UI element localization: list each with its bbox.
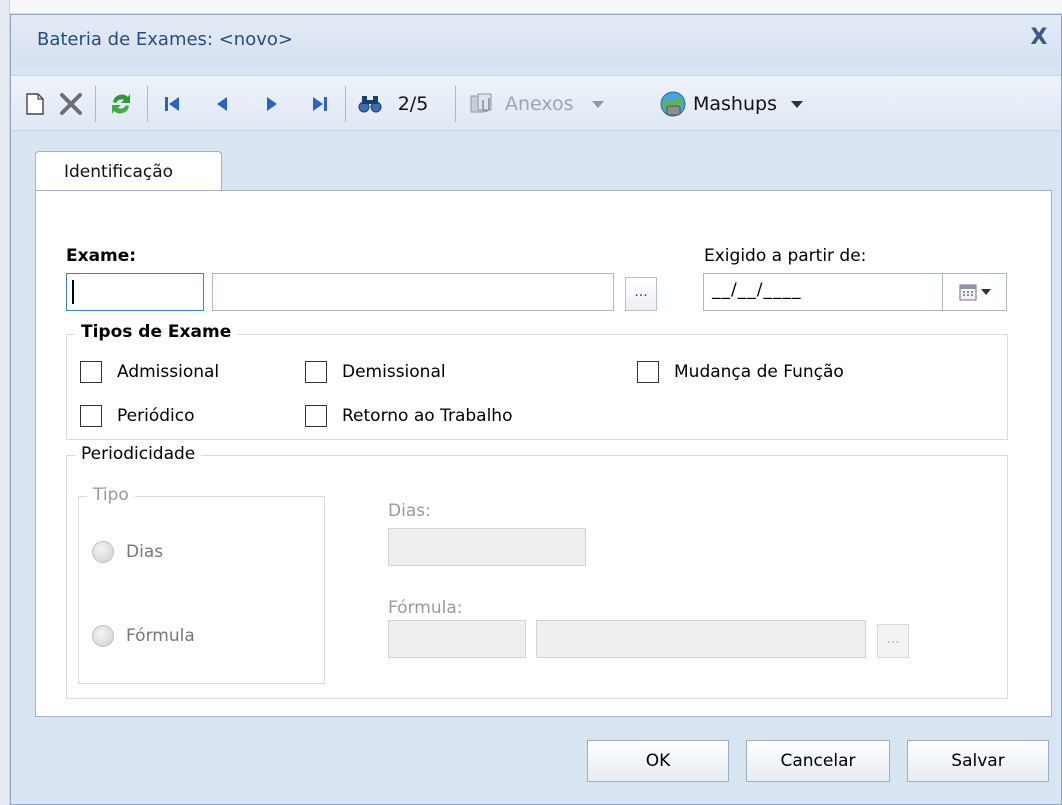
tab-strip: Identificação: [11, 147, 1061, 191]
save-button[interactable]: Salvar: [907, 740, 1049, 782]
checkbox-demissional[interactable]: Demissional: [305, 361, 446, 383]
checkbox-label: Periódico: [117, 406, 195, 426]
toolbar: 2/5 Anexos Mashups: [11, 75, 1061, 131]
refresh-icon[interactable]: [103, 88, 139, 120]
exame-label: Exame:: [66, 246, 137, 266]
background-window-edge: [0, 0, 1062, 14]
mashups-label: Mashups: [693, 93, 777, 115]
close-icon[interactable]: X: [1027, 25, 1051, 51]
exame-lookup-button[interactable]: ...: [625, 277, 657, 311]
dialog-window: Bateria de Exames: <novo> X 2/5 Anexos M…: [10, 14, 1062, 805]
checkbox-admissional[interactable]: Admissional: [80, 361, 219, 383]
radio-circle: [92, 625, 114, 647]
tipos-de-exame-group: Tipos de Exame: [66, 322, 1008, 440]
first-record-icon[interactable]: [157, 88, 187, 120]
calendar-dropdown-button[interactable]: [942, 274, 1006, 310]
exigido-date-input[interactable]: __/__/____: [703, 273, 1007, 311]
last-record-icon[interactable]: [305, 88, 335, 120]
calendar-icon: [959, 284, 976, 301]
checkbox-retorno-ao-trabalho[interactable]: Retorno ao Trabalho: [305, 405, 512, 427]
mashups-menu-button[interactable]: Mashups: [659, 88, 855, 120]
checkbox-label: Mudança de Função: [674, 362, 844, 382]
background-left-strip: [0, 0, 10, 805]
tipos-de-exame-legend: Tipos de Exame: [75, 322, 238, 342]
attachments-menu-button[interactable]: Anexos: [469, 88, 645, 120]
checkbox-periodico[interactable]: Periódico: [80, 405, 194, 427]
toolbar-separator: [147, 86, 148, 122]
title-bar: Bateria de Exames: <novo> X: [11, 15, 1061, 67]
chevron-down-icon: [591, 100, 604, 108]
formula-code-input[interactable]: [388, 620, 526, 658]
paperclip-icon: [469, 93, 497, 115]
radio-label: Dias: [126, 542, 164, 562]
cancel-button[interactable]: Cancelar: [746, 740, 890, 782]
identificacao-panel: Exame: ... Exigido a partir de: __/__/__…: [35, 190, 1052, 717]
toolbar-separator: [95, 86, 96, 122]
formula-label: Fórmula:: [388, 598, 463, 618]
previous-record-icon[interactable]: [207, 88, 237, 120]
toolbar-separator: [455, 86, 456, 122]
formula-lookup-button[interactable]: ...: [877, 624, 909, 658]
checkbox-label: Demissional: [342, 362, 446, 382]
dias-label: Dias:: [388, 501, 431, 521]
radio-label: Fórmula: [126, 626, 195, 646]
globe-icon: [659, 90, 687, 118]
radio-formula[interactable]: Fórmula: [92, 625, 195, 647]
checkbox-box: [80, 361, 102, 383]
record-position: 2/5: [397, 93, 429, 115]
radio-dias[interactable]: Dias: [92, 541, 163, 563]
dias-input[interactable]: [388, 528, 586, 566]
date-mask: __/__/____: [712, 280, 802, 300]
tipo-legend: Tipo: [87, 485, 135, 505]
toolbar-separator: [345, 86, 346, 122]
radio-circle: [92, 541, 114, 563]
next-record-icon[interactable]: [257, 88, 287, 120]
text-cursor: [72, 280, 74, 304]
checkbox-box: [80, 405, 102, 427]
exame-code-input[interactable]: [66, 273, 204, 311]
exame-description-input[interactable]: [212, 273, 614, 311]
checkbox-box: [305, 405, 327, 427]
tab-identificacao[interactable]: Identificação: [35, 151, 222, 191]
checkbox-box: [305, 361, 327, 383]
chevron-down-icon: [980, 289, 991, 295]
delete-icon[interactable]: [55, 88, 87, 120]
periodicidade-legend: Periodicidade: [75, 444, 202, 464]
exigido-label: Exigido a partir de:: [704, 246, 867, 266]
formula-description-input[interactable]: [536, 620, 866, 658]
ok-button[interactable]: OK: [587, 740, 729, 782]
chevron-down-icon: [790, 100, 803, 108]
checkbox-box: [637, 361, 659, 383]
tipo-radio-group: Tipo: [78, 485, 325, 684]
checkbox-label: Retorno ao Trabalho: [342, 406, 513, 426]
window-title: Bateria de Exames: <novo>: [37, 29, 293, 50]
checkbox-mudanca-de-funcao[interactable]: Mudança de Função: [637, 361, 844, 383]
binoculars-icon[interactable]: [355, 88, 385, 120]
attachments-label: Anexos: [505, 93, 574, 115]
new-document-icon[interactable]: [23, 88, 47, 120]
checkbox-label: Admissional: [117, 362, 220, 382]
